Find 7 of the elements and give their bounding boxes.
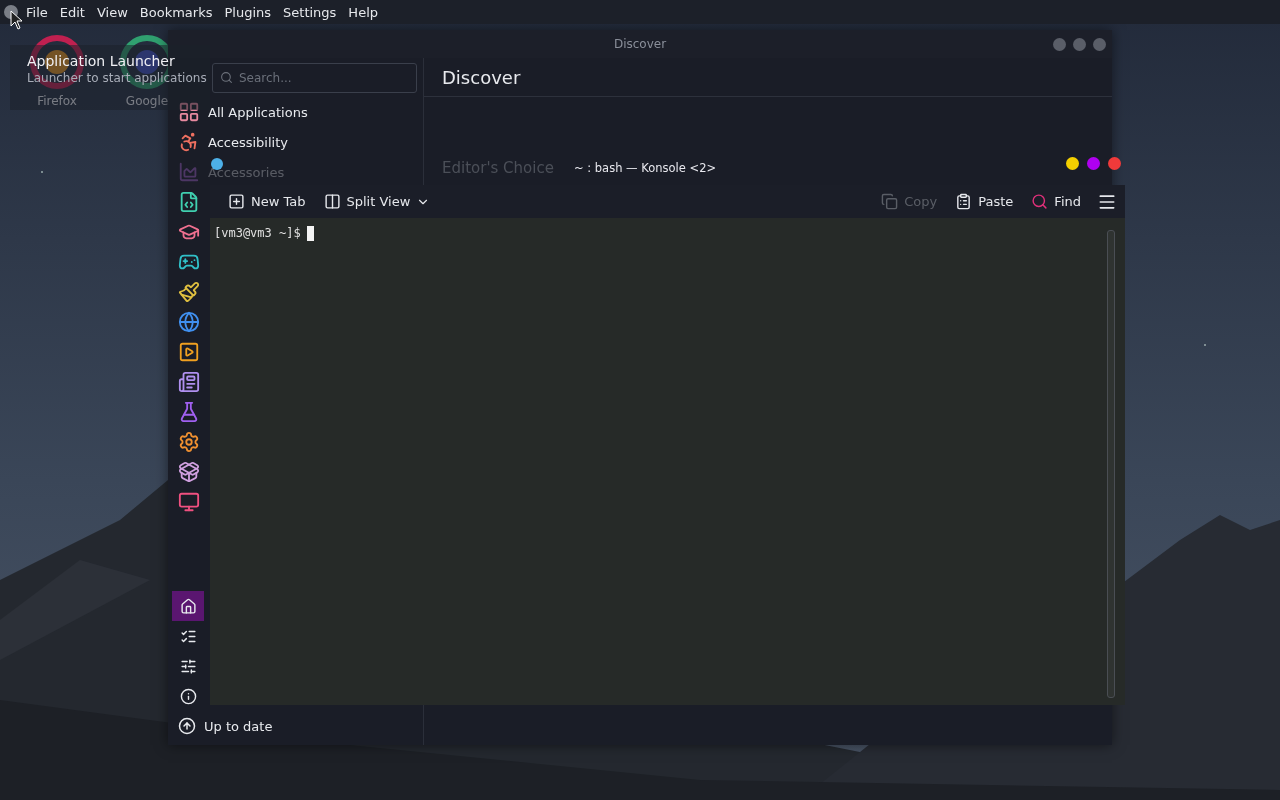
window-title: Discover [613,37,667,51]
page-title: Discover [442,66,521,88]
tooltip-title: Application Launcher [27,53,176,69]
window-title: ~ : bash — Konsole <2> [574,160,717,175]
tooltip-text: Launcher to start applications [27,71,208,85]
terminal-prompt: [vm3@vm3 ~]$ [214,226,301,242]
update-status: Up to date [204,718,273,734]
